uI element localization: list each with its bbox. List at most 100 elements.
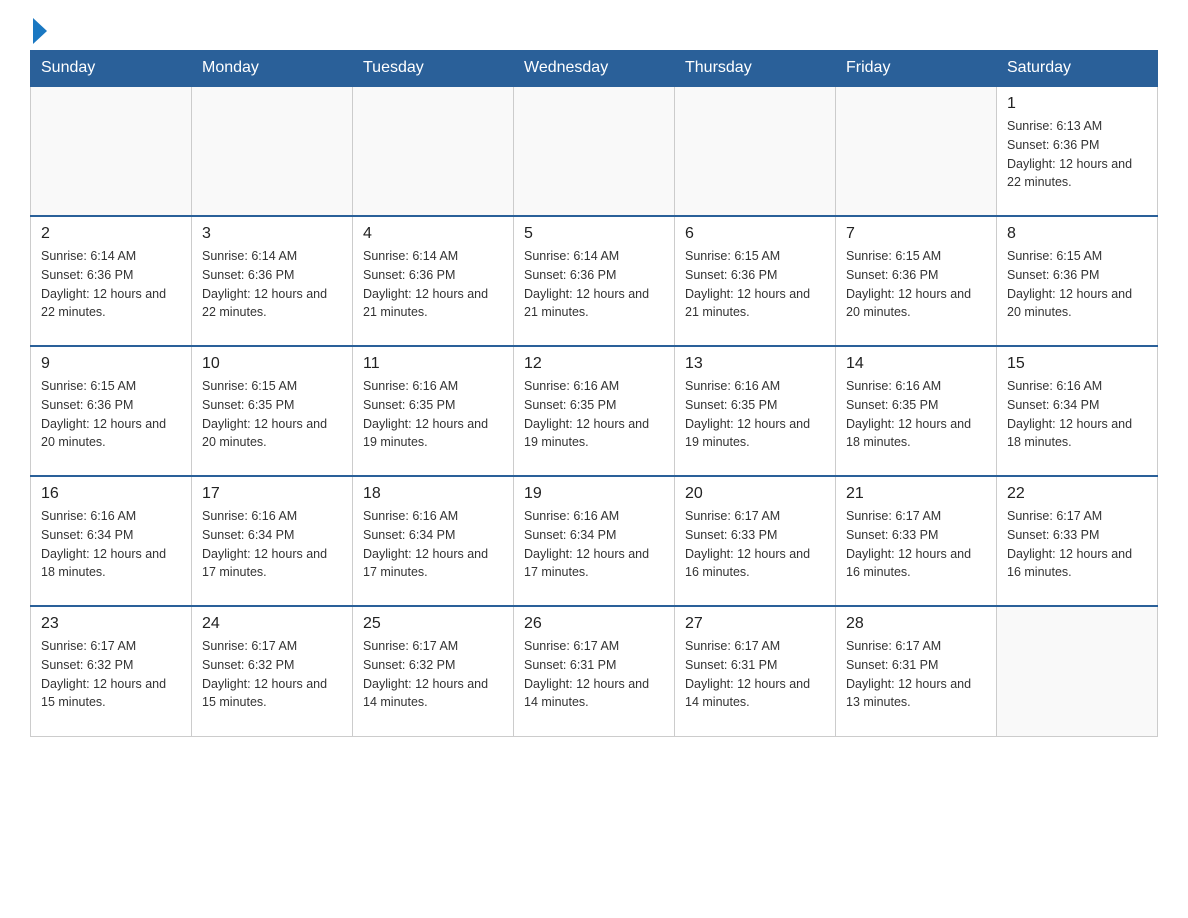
- day-info: Sunrise: 6:14 AMSunset: 6:36 PMDaylight:…: [41, 247, 181, 322]
- day-info: Sunrise: 6:16 AMSunset: 6:34 PMDaylight:…: [524, 507, 664, 582]
- logo-arrow-icon: [33, 18, 47, 44]
- logo: [30, 20, 47, 40]
- calendar-week-row: 1 Sunrise: 6:13 AMSunset: 6:36 PMDaylight…: [31, 86, 1158, 216]
- calendar-cell: 16 Sunrise: 6:16 AMSunset: 6:34 PMDayligh…: [31, 476, 192, 606]
- calendar-cell: 20 Sunrise: 6:17 AMSunset: 6:33 PMDayligh…: [675, 476, 836, 606]
- day-number: 4: [363, 225, 503, 243]
- calendar-cell: 25 Sunrise: 6:17 AMSunset: 6:32 PMDayligh…: [353, 606, 514, 736]
- day-info: Sunrise: 6:17 AMSunset: 6:32 PMDaylight:…: [202, 637, 342, 712]
- calendar-cell: [997, 606, 1158, 736]
- day-info: Sunrise: 6:16 AMSunset: 6:34 PMDaylight:…: [202, 507, 342, 582]
- day-number: 10: [202, 355, 342, 373]
- calendar-cell: 9 Sunrise: 6:15 AMSunset: 6:36 PMDaylight…: [31, 346, 192, 476]
- day-number: 14: [846, 355, 986, 373]
- calendar-cell: 24 Sunrise: 6:17 AMSunset: 6:32 PMDayligh…: [192, 606, 353, 736]
- day-of-week-header: Wednesday: [514, 51, 675, 87]
- day-number: 24: [202, 615, 342, 633]
- calendar-cell: 14 Sunrise: 6:16 AMSunset: 6:35 PMDayligh…: [836, 346, 997, 476]
- day-info: Sunrise: 6:17 AMSunset: 6:32 PMDaylight:…: [41, 637, 181, 712]
- day-of-week-header: Monday: [192, 51, 353, 87]
- day-info: Sunrise: 6:16 AMSunset: 6:35 PMDaylight:…: [363, 377, 503, 452]
- day-number: 17: [202, 485, 342, 503]
- day-info: Sunrise: 6:16 AMSunset: 6:34 PMDaylight:…: [1007, 377, 1147, 452]
- day-info: Sunrise: 6:17 AMSunset: 6:31 PMDaylight:…: [846, 637, 986, 712]
- day-number: 6: [685, 225, 825, 243]
- calendar-cell: 19 Sunrise: 6:16 AMSunset: 6:34 PMDayligh…: [514, 476, 675, 606]
- calendar-cell: 7 Sunrise: 6:15 AMSunset: 6:36 PMDaylight…: [836, 216, 997, 346]
- day-of-week-header: Saturday: [997, 51, 1158, 87]
- page-header: [30, 20, 1158, 40]
- calendar-cell: 11 Sunrise: 6:16 AMSunset: 6:35 PMDayligh…: [353, 346, 514, 476]
- day-of-week-header: Thursday: [675, 51, 836, 87]
- day-info: Sunrise: 6:17 AMSunset: 6:33 PMDaylight:…: [685, 507, 825, 582]
- day-number: 19: [524, 485, 664, 503]
- calendar-cell: 27 Sunrise: 6:17 AMSunset: 6:31 PMDayligh…: [675, 606, 836, 736]
- calendar-cell: 8 Sunrise: 6:15 AMSunset: 6:36 PMDaylight…: [997, 216, 1158, 346]
- day-number: 27: [685, 615, 825, 633]
- calendar-header-row: SundayMondayTuesdayWednesdayThursdayFrid…: [31, 51, 1158, 87]
- calendar-cell: 23 Sunrise: 6:17 AMSunset: 6:32 PMDayligh…: [31, 606, 192, 736]
- calendar-cell: 5 Sunrise: 6:14 AMSunset: 6:36 PMDaylight…: [514, 216, 675, 346]
- day-number: 12: [524, 355, 664, 373]
- calendar-cell: 10 Sunrise: 6:15 AMSunset: 6:35 PMDayligh…: [192, 346, 353, 476]
- day-info: Sunrise: 6:14 AMSunset: 6:36 PMDaylight:…: [202, 247, 342, 322]
- day-info: Sunrise: 6:15 AMSunset: 6:36 PMDaylight:…: [846, 247, 986, 322]
- day-of-week-header: Sunday: [31, 51, 192, 87]
- calendar-cell: 18 Sunrise: 6:16 AMSunset: 6:34 PMDayligh…: [353, 476, 514, 606]
- day-number: 2: [41, 225, 181, 243]
- calendar-cell: [353, 86, 514, 216]
- day-number: 16: [41, 485, 181, 503]
- day-info: Sunrise: 6:16 AMSunset: 6:34 PMDaylight:…: [41, 507, 181, 582]
- day-info: Sunrise: 6:17 AMSunset: 6:31 PMDaylight:…: [685, 637, 825, 712]
- calendar-week-row: 2 Sunrise: 6:14 AMSunset: 6:36 PMDaylight…: [31, 216, 1158, 346]
- day-info: Sunrise: 6:14 AMSunset: 6:36 PMDaylight:…: [363, 247, 503, 322]
- day-info: Sunrise: 6:15 AMSunset: 6:35 PMDaylight:…: [202, 377, 342, 452]
- calendar-cell: 2 Sunrise: 6:14 AMSunset: 6:36 PMDaylight…: [31, 216, 192, 346]
- calendar-week-row: 23 Sunrise: 6:17 AMSunset: 6:32 PMDayligh…: [31, 606, 1158, 736]
- day-number: 21: [846, 485, 986, 503]
- calendar-cell: 1 Sunrise: 6:13 AMSunset: 6:36 PMDaylight…: [997, 86, 1158, 216]
- day-number: 26: [524, 615, 664, 633]
- day-info: Sunrise: 6:16 AMSunset: 6:35 PMDaylight:…: [524, 377, 664, 452]
- day-number: 23: [41, 615, 181, 633]
- day-number: 3: [202, 225, 342, 243]
- day-info: Sunrise: 6:17 AMSunset: 6:33 PMDaylight:…: [1007, 507, 1147, 582]
- day-number: 13: [685, 355, 825, 373]
- calendar-week-row: 9 Sunrise: 6:15 AMSunset: 6:36 PMDaylight…: [31, 346, 1158, 476]
- calendar-cell: 4 Sunrise: 6:14 AMSunset: 6:36 PMDaylight…: [353, 216, 514, 346]
- day-number: 1: [1007, 95, 1147, 113]
- day-info: Sunrise: 6:17 AMSunset: 6:31 PMDaylight:…: [524, 637, 664, 712]
- day-of-week-header: Friday: [836, 51, 997, 87]
- day-info: Sunrise: 6:15 AMSunset: 6:36 PMDaylight:…: [41, 377, 181, 452]
- day-info: Sunrise: 6:16 AMSunset: 6:35 PMDaylight:…: [846, 377, 986, 452]
- day-info: Sunrise: 6:14 AMSunset: 6:36 PMDaylight:…: [524, 247, 664, 322]
- calendar-table: SundayMondayTuesdayWednesdayThursdayFrid…: [30, 50, 1158, 737]
- day-number: 20: [685, 485, 825, 503]
- day-number: 11: [363, 355, 503, 373]
- calendar-cell: [31, 86, 192, 216]
- day-info: Sunrise: 6:17 AMSunset: 6:32 PMDaylight:…: [363, 637, 503, 712]
- calendar-cell: [192, 86, 353, 216]
- calendar-cell: 13 Sunrise: 6:16 AMSunset: 6:35 PMDayligh…: [675, 346, 836, 476]
- day-number: 28: [846, 615, 986, 633]
- day-number: 25: [363, 615, 503, 633]
- calendar-week-row: 16 Sunrise: 6:16 AMSunset: 6:34 PMDayligh…: [31, 476, 1158, 606]
- day-info: Sunrise: 6:15 AMSunset: 6:36 PMDaylight:…: [1007, 247, 1147, 322]
- day-info: Sunrise: 6:16 AMSunset: 6:34 PMDaylight:…: [363, 507, 503, 582]
- day-info: Sunrise: 6:16 AMSunset: 6:35 PMDaylight:…: [685, 377, 825, 452]
- day-number: 15: [1007, 355, 1147, 373]
- calendar-cell: [675, 86, 836, 216]
- calendar-cell: 17 Sunrise: 6:16 AMSunset: 6:34 PMDayligh…: [192, 476, 353, 606]
- calendar-cell: [514, 86, 675, 216]
- day-info: Sunrise: 6:17 AMSunset: 6:33 PMDaylight:…: [846, 507, 986, 582]
- day-number: 9: [41, 355, 181, 373]
- calendar-cell: 3 Sunrise: 6:14 AMSunset: 6:36 PMDaylight…: [192, 216, 353, 346]
- day-number: 5: [524, 225, 664, 243]
- day-info: Sunrise: 6:13 AMSunset: 6:36 PMDaylight:…: [1007, 117, 1147, 192]
- day-number: 7: [846, 225, 986, 243]
- day-number: 8: [1007, 225, 1147, 243]
- calendar-cell: 12 Sunrise: 6:16 AMSunset: 6:35 PMDayligh…: [514, 346, 675, 476]
- day-number: 18: [363, 485, 503, 503]
- calendar-cell: [836, 86, 997, 216]
- calendar-cell: 22Sunrise: 6:17 AMSunset: 6:33 PMDayligh…: [997, 476, 1158, 606]
